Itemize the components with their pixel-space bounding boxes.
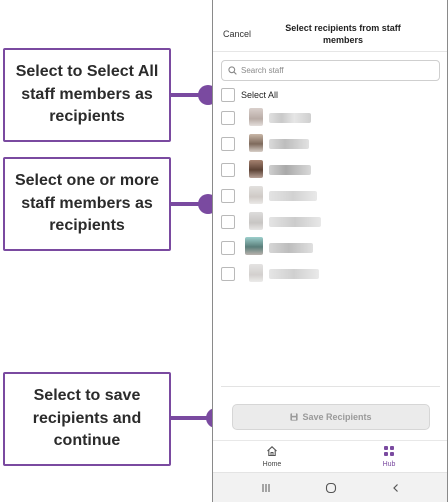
save-icon	[290, 413, 299, 421]
redacted-name	[269, 269, 319, 279]
staff-checkbox[interactable]	[221, 215, 235, 229]
staff-avatar	[249, 212, 263, 230]
page-title: Select recipients from staff members	[285, 23, 401, 45]
tab-home-label: Home	[262, 461, 282, 468]
tab-hub-label: Hub	[382, 461, 396, 468]
staff-row[interactable]	[221, 135, 235, 153]
select-all-row[interactable]: Select All	[221, 86, 278, 104]
staff-avatar	[249, 134, 263, 152]
staff-avatar	[249, 160, 263, 178]
staff-row[interactable]	[221, 161, 235, 179]
tab-home[interactable]: Home	[242, 445, 302, 468]
staff-checkbox[interactable]	[221, 267, 235, 281]
search-input[interactable]: Search staff	[221, 60, 440, 81]
redacted-name	[269, 217, 321, 227]
home-icon	[267, 446, 277, 457]
staff-row[interactable]	[221, 187, 235, 205]
redacted-name	[269, 191, 317, 201]
staff-checkbox[interactable]	[221, 137, 235, 151]
callout-text: Select to Select All staff members as re…	[15, 63, 159, 126]
connector-line	[171, 416, 209, 420]
recents-button[interactable]	[258, 480, 274, 496]
save-recipients-label: Save Recipients	[302, 412, 372, 422]
system-navigation-bar	[213, 472, 447, 502]
home-system-button[interactable]	[323, 480, 339, 496]
callout-save: Select to save recipients and continue	[3, 372, 171, 466]
staff-avatar	[249, 108, 263, 126]
redacted-name	[269, 113, 311, 123]
cancel-button[interactable]: Cancel	[223, 29, 251, 39]
bottom-tab-bar: Home Hub	[213, 440, 447, 472]
staff-row[interactable]	[221, 109, 235, 127]
staff-checkbox[interactable]	[221, 241, 235, 255]
grid-icon	[384, 446, 394, 456]
callout-text: Select one or more staff members as reci…	[14, 172, 160, 235]
staff-row[interactable]	[221, 213, 235, 231]
select-all-checkbox[interactable]	[221, 88, 235, 102]
footer-divider	[221, 386, 440, 387]
home-circle-icon	[325, 482, 337, 494]
redacted-name	[269, 139, 309, 149]
staff-checkbox[interactable]	[221, 111, 235, 125]
back-icon	[393, 484, 398, 492]
staff-avatar	[249, 186, 263, 204]
staff-avatar	[249, 264, 263, 282]
search-icon	[228, 66, 237, 75]
phone-screen: Cancel Select recipients from staff memb…	[212, 0, 448, 502]
callout-select-staff: Select one or more staff members as reci…	[3, 157, 171, 251]
search-placeholder: Search staff	[241, 66, 284, 75]
callout-select-all: Select to Select All staff members as re…	[3, 48, 171, 142]
select-all-label: Select All	[241, 90, 279, 100]
staff-checkbox[interactable]	[221, 163, 235, 177]
redacted-name	[269, 243, 313, 253]
back-button[interactable]	[388, 480, 404, 496]
tab-hub[interactable]: Hub	[359, 445, 419, 468]
callout-text: Select to save recipients and continue	[32, 387, 142, 450]
staff-avatar	[245, 237, 263, 255]
recents-icon	[262, 484, 270, 492]
save-recipients-button[interactable]: Save Recipients	[232, 404, 430, 430]
staff-checkbox[interactable]	[221, 189, 235, 203]
staff-row[interactable]	[221, 265, 235, 283]
modal-header: Cancel Select recipients from staff memb…	[213, 14, 447, 52]
staff-row[interactable]	[221, 239, 235, 257]
redacted-name	[269, 165, 311, 175]
